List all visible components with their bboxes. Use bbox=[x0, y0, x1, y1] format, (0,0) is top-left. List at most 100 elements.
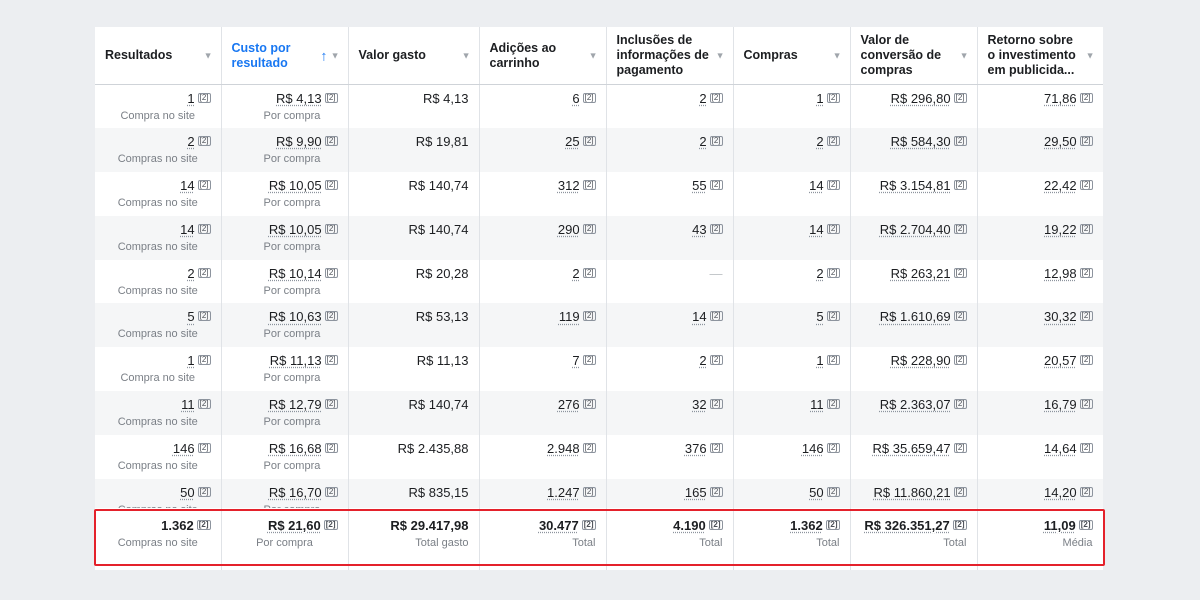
cell-value[interactable]: 146 bbox=[173, 441, 195, 456]
column-menu-chevron-icon[interactable]: ▼ bbox=[716, 48, 725, 63]
ref-marker[interactable]: [2] bbox=[826, 180, 840, 191]
cell-value[interactable]: 2 bbox=[816, 266, 823, 281]
cell-value[interactable]: 32 bbox=[692, 397, 706, 412]
column-header-5[interactable]: Compras ▼ bbox=[733, 27, 851, 85]
cell-value[interactable]: 14 bbox=[809, 178, 823, 193]
table-row[interactable]: 1 [2] Compra no site R$ 11,13 [2] Por compra R… bbox=[95, 347, 1103, 392]
ref-marker[interactable]: [2] bbox=[826, 223, 840, 234]
cell-value[interactable]: 14 bbox=[180, 178, 194, 193]
cell-value[interactable]: 14,20 bbox=[1044, 485, 1077, 500]
cell-value[interactable]: 7 bbox=[572, 353, 579, 368]
column-header-2[interactable]: Valor gasto ▼ bbox=[348, 27, 480, 85]
ref-marker[interactable]: [2] bbox=[826, 355, 840, 366]
column-menu-chevron-icon[interactable]: ▼ bbox=[960, 48, 969, 63]
cell-value[interactable]: R$ 35.659,47 bbox=[873, 441, 951, 456]
cell-value[interactable]: 50 bbox=[809, 485, 823, 500]
cell-value[interactable]: 290 bbox=[558, 222, 580, 237]
cell-value[interactable]: 11 bbox=[810, 397, 824, 412]
ref-marker[interactable]: [2] bbox=[324, 311, 338, 322]
ref-marker[interactable]: [2] bbox=[709, 355, 723, 366]
ref-marker[interactable]: [2] bbox=[953, 311, 967, 322]
cell-value[interactable]: 2 bbox=[816, 134, 823, 149]
table-row[interactable]: 2 [2] Compras no site R$ 9,90 [2] Por compra R… bbox=[95, 128, 1103, 173]
ref-marker[interactable]: [2] bbox=[582, 486, 596, 497]
cell-value[interactable]: 1 bbox=[187, 353, 194, 368]
column-menu-chevron-icon[interactable]: ▼ bbox=[833, 48, 842, 63]
cell-value[interactable]: 376 bbox=[685, 441, 707, 456]
cell-value[interactable]: 12,98 bbox=[1044, 266, 1077, 281]
ref-marker[interactable]: [2] bbox=[324, 355, 338, 366]
cell-value[interactable]: R$ 11.860,21 bbox=[873, 485, 950, 500]
table-row[interactable]: 146 [2] Compras no site R$ 16,68 [2] Por comp… bbox=[95, 434, 1103, 479]
cell-value[interactable]: R$ 10,14 bbox=[269, 266, 322, 281]
cell-value[interactable]: 14,64 bbox=[1044, 441, 1077, 456]
cell-value[interactable]: R$ 16,70 bbox=[269, 485, 322, 500]
ref-marker[interactable]: [2] bbox=[953, 355, 967, 366]
ref-marker[interactable]: [2] bbox=[582, 355, 596, 366]
table-row[interactable]: 14 [2] Compras no site R$ 10,05 [2] Por compr… bbox=[95, 215, 1103, 260]
ref-marker[interactable]: [2] bbox=[709, 180, 723, 191]
column-header-6[interactable]: Valor de conversão de compras ▼ bbox=[850, 27, 978, 85]
ref-marker[interactable]: [2] bbox=[582, 136, 596, 147]
cell-value[interactable]: 312 bbox=[558, 178, 580, 193]
ref-marker[interactable]: [2] bbox=[582, 267, 596, 278]
ref-marker[interactable]: [2] bbox=[709, 486, 723, 497]
ref-marker[interactable]: [2] bbox=[953, 267, 967, 278]
ref-marker[interactable]: [2] bbox=[324, 486, 338, 497]
cell-value[interactable]: 5 bbox=[816, 309, 823, 324]
ref-marker[interactable]: [2] bbox=[1079, 267, 1093, 278]
cell-value[interactable]: 16,79 bbox=[1044, 397, 1077, 412]
ref-marker[interactable]: [2] bbox=[582, 93, 596, 103]
ref-marker[interactable]: [2] bbox=[197, 267, 211, 278]
cell-value[interactable]: R$ 263,21 bbox=[891, 266, 951, 281]
cell-value[interactable]: 2 bbox=[699, 134, 706, 149]
cell-value[interactable]: R$ 12,79 bbox=[269, 397, 322, 412]
ref-marker[interactable]: [2] bbox=[953, 399, 967, 410]
cell-value[interactable]: 25 bbox=[565, 134, 579, 149]
ref-marker[interactable]: [2] bbox=[324, 136, 338, 147]
cell-value[interactable]: 1 bbox=[816, 353, 823, 368]
ref-marker[interactable]: [2] bbox=[826, 399, 840, 410]
ref-marker[interactable]: [2] bbox=[1079, 311, 1093, 322]
ref-marker[interactable]: [2] bbox=[953, 93, 967, 103]
column-menu-chevron-icon[interactable]: ▼ bbox=[204, 48, 213, 63]
cell-value[interactable]: 5 bbox=[187, 309, 194, 324]
ref-marker[interactable]: [2] bbox=[1079, 399, 1093, 410]
cell-value[interactable]: 29,50 bbox=[1044, 134, 1077, 149]
cell-value[interactable]: R$ 228,90 bbox=[891, 353, 951, 368]
sort-ascending-icon[interactable]: ↑ bbox=[321, 48, 328, 63]
table-row[interactable]: 2 [2] Compras no site R$ 10,14 [2] Por compra… bbox=[95, 259, 1103, 304]
ref-marker[interactable]: [2] bbox=[1079, 355, 1093, 366]
ref-marker[interactable]: [2] bbox=[953, 223, 967, 234]
ref-marker[interactable]: [2] bbox=[709, 136, 723, 147]
cell-value[interactable]: 146 bbox=[802, 441, 824, 456]
cell-value[interactable]: 1 bbox=[187, 91, 194, 106]
column-header-1[interactable]: Custo por resultado ↑ ▼ bbox=[221, 27, 349, 85]
ref-marker[interactable]: [2] bbox=[324, 93, 338, 103]
ref-marker[interactable]: [2] bbox=[709, 223, 723, 234]
column-menu-chevron-icon[interactable]: ▼ bbox=[462, 48, 471, 63]
ref-marker[interactable]: [2] bbox=[324, 442, 338, 453]
cell-value[interactable]: 165 bbox=[685, 485, 707, 500]
cell-value[interactable]: 2 bbox=[699, 353, 706, 368]
cell-value[interactable]: R$ 10,63 bbox=[269, 309, 322, 324]
table-row[interactable]: 14 [2] Compras no site R$ 10,05 [2] Por compr… bbox=[95, 172, 1103, 216]
ref-marker[interactable]: [2] bbox=[826, 93, 840, 103]
ref-marker[interactable]: [2] bbox=[324, 267, 338, 278]
cell-value[interactable]: 71,86 bbox=[1044, 91, 1077, 106]
cell-value[interactable]: 50 bbox=[180, 485, 194, 500]
ref-marker[interactable]: [2] bbox=[826, 136, 840, 147]
ref-marker[interactable]: [2] bbox=[826, 267, 840, 278]
ref-marker[interactable]: [2] bbox=[197, 442, 211, 453]
ref-marker[interactable]: [2] bbox=[582, 223, 596, 234]
cell-value[interactable]: 2 bbox=[699, 91, 706, 106]
ref-marker[interactable]: [2] bbox=[197, 180, 211, 191]
cell-value[interactable]: R$ 2.704,40 bbox=[880, 222, 951, 237]
ref-marker[interactable]: [2] bbox=[582, 399, 596, 410]
ref-marker[interactable]: [2] bbox=[1079, 180, 1093, 191]
ref-marker[interactable]: [2] bbox=[1079, 93, 1093, 103]
cell-value[interactable]: 14 bbox=[809, 222, 823, 237]
column-menu-chevron-icon[interactable]: ▼ bbox=[1086, 48, 1095, 63]
cell-value[interactable]: R$ 16,68 bbox=[269, 441, 322, 456]
column-header-4[interactable]: Inclusões de informações de pagamento ▼ bbox=[606, 27, 734, 85]
